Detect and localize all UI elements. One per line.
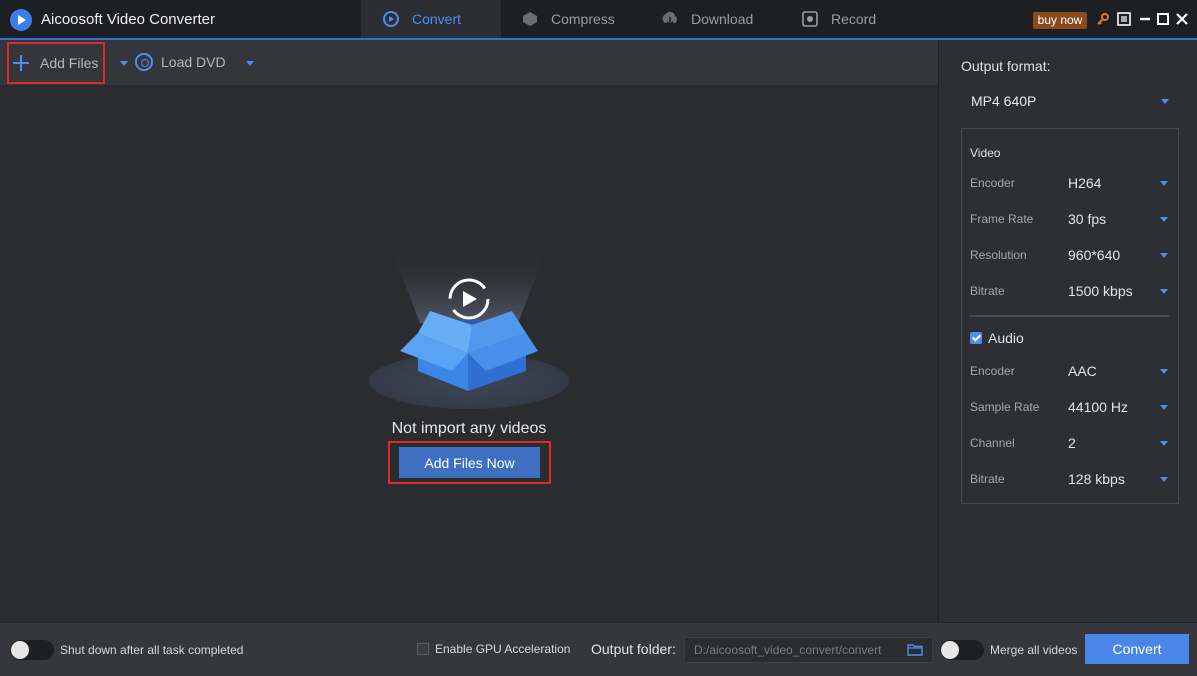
chevron-down-icon: [1160, 441, 1168, 446]
chevron-down-icon: [1160, 217, 1168, 222]
sample-rate-label: Sample Rate: [970, 400, 1040, 414]
tab-record-label: Record: [831, 11, 877, 27]
load-dvd-label: Load DVD: [161, 54, 226, 70]
app-title: Aicoosoft Video Converter: [41, 11, 215, 28]
audio-bitrate-label: Bitrate: [970, 472, 1005, 486]
empty-box-icon: [368, 245, 572, 425]
plus-icon: [12, 54, 30, 72]
output-folder-input[interactable]: [684, 637, 933, 663]
video-section-title: Video: [970, 146, 1001, 160]
gpu-checkbox[interactable]: [417, 643, 429, 655]
video-encoder-value: H264: [1068, 175, 1102, 191]
tab-convert-label: Convert: [412, 11, 462, 27]
convert-icon: [382, 10, 400, 28]
output-format-select[interactable]: MP4 640P: [961, 86, 1179, 116]
chevron-down-icon: [1160, 181, 1168, 186]
resolution-select[interactable]: Resolution 960*640: [962, 237, 1178, 273]
shutdown-toggle[interactable]: [10, 640, 54, 660]
file-list-area: Not import any videos Add Files Now: [0, 85, 938, 622]
title-bar: Aicoosoft Video Converter Convert Compre…: [0, 0, 1197, 40]
resolution-value: 960*640: [1068, 247, 1121, 263]
load-dvd-dropdown-icon[interactable]: [246, 61, 254, 66]
compress-icon: [521, 10, 539, 28]
gpu-label: Enable GPU Acceleration: [435, 642, 571, 656]
chevron-down-icon: [1160, 405, 1168, 410]
output-format-value: MP4 640P: [971, 93, 1037, 109]
download-icon: [661, 10, 679, 28]
key-icon[interactable]: [1096, 12, 1110, 26]
empty-message: Not import any videos: [391, 420, 547, 437]
audio-bitrate-select[interactable]: Bitrate 128 kbps: [962, 461, 1178, 497]
section-divider: [970, 315, 1170, 317]
audio-encoder-value: AAC: [1068, 363, 1097, 379]
add-files-label: Add Files: [40, 55, 99, 71]
output-settings-panel: Output format: MP4 640P Video Encoder H2…: [938, 40, 1197, 622]
add-files-now-button[interactable]: Add Files Now: [399, 447, 540, 478]
output-format-label: Output format:: [961, 58, 1051, 74]
load-dvd-button[interactable]: Load DVD: [135, 53, 226, 71]
merge-label: Merge all videos: [990, 643, 1078, 657]
buy-now-button[interactable]: buy now: [1033, 12, 1087, 29]
close-icon[interactable]: [1175, 12, 1189, 26]
chevron-down-icon: [1160, 369, 1168, 374]
audio-encoder-label: Encoder: [970, 364, 1015, 378]
tab-download-label: Download: [691, 11, 754, 27]
chevron-down-icon: [1160, 477, 1168, 482]
maximize-icon[interactable]: [1156, 12, 1170, 26]
channel-value: 2: [1068, 435, 1076, 451]
settings-box: Video Encoder H264 Frame Rate 30 fps Res…: [961, 128, 1179, 504]
video-bitrate-label: Bitrate: [970, 284, 1005, 298]
toolbar: Add Files Load DVD: [0, 40, 938, 85]
video-bitrate-value: 1500 kbps: [1068, 283, 1133, 299]
video-encoder-select[interactable]: Encoder H264: [962, 165, 1178, 201]
video-encoder-label: Encoder: [970, 176, 1015, 190]
chevron-down-icon: [1160, 289, 1168, 294]
add-files-button[interactable]: Add Files: [7, 42, 105, 84]
app-logo-icon: [10, 9, 32, 31]
output-folder-label: Output folder:: [591, 641, 676, 657]
dvd-icon: [135, 53, 153, 71]
output-format-dropdown-icon: [1161, 99, 1169, 104]
video-bitrate-select[interactable]: Bitrate 1500 kbps: [962, 273, 1178, 309]
menu-icon[interactable]: [1117, 12, 1131, 26]
bottom-bar: Shut down after all task completed Enabl…: [0, 622, 1197, 676]
tab-record[interactable]: Record: [801, 0, 876, 38]
frame-rate-select[interactable]: Frame Rate 30 fps: [962, 201, 1178, 237]
tab-compress[interactable]: Compress: [521, 0, 615, 38]
audio-encoder-select[interactable]: Encoder AAC: [962, 353, 1178, 389]
audio-section-title: Audio: [988, 330, 1024, 346]
add-files-now-highlight: Add Files Now: [388, 441, 551, 484]
audio-bitrate-value: 128 kbps: [1068, 471, 1125, 487]
channel-label: Channel: [970, 436, 1015, 450]
frame-rate-value: 30 fps: [1068, 211, 1107, 227]
tab-compress-label: Compress: [551, 11, 615, 27]
convert-button[interactable]: Convert: [1085, 634, 1189, 664]
frame-rate-label: Frame Rate: [970, 212, 1034, 226]
sample-rate-value: 44100 Hz: [1068, 399, 1128, 415]
sample-rate-select[interactable]: Sample Rate 44100 Hz: [962, 389, 1178, 425]
tab-convert[interactable]: Convert: [361, 0, 501, 38]
add-files-dropdown-icon[interactable]: [120, 61, 128, 66]
merge-toggle[interactable]: [940, 640, 984, 660]
record-icon: [801, 10, 819, 28]
minimize-icon[interactable]: [1138, 12, 1152, 26]
shutdown-label: Shut down after all task completed: [60, 643, 244, 657]
audio-checkbox[interactable]: [970, 332, 982, 344]
channel-select[interactable]: Channel 2: [962, 425, 1178, 461]
tab-download[interactable]: Download: [661, 0, 753, 38]
folder-icon[interactable]: [907, 643, 923, 656]
chevron-down-icon: [1160, 253, 1168, 258]
resolution-label: Resolution: [970, 248, 1027, 262]
